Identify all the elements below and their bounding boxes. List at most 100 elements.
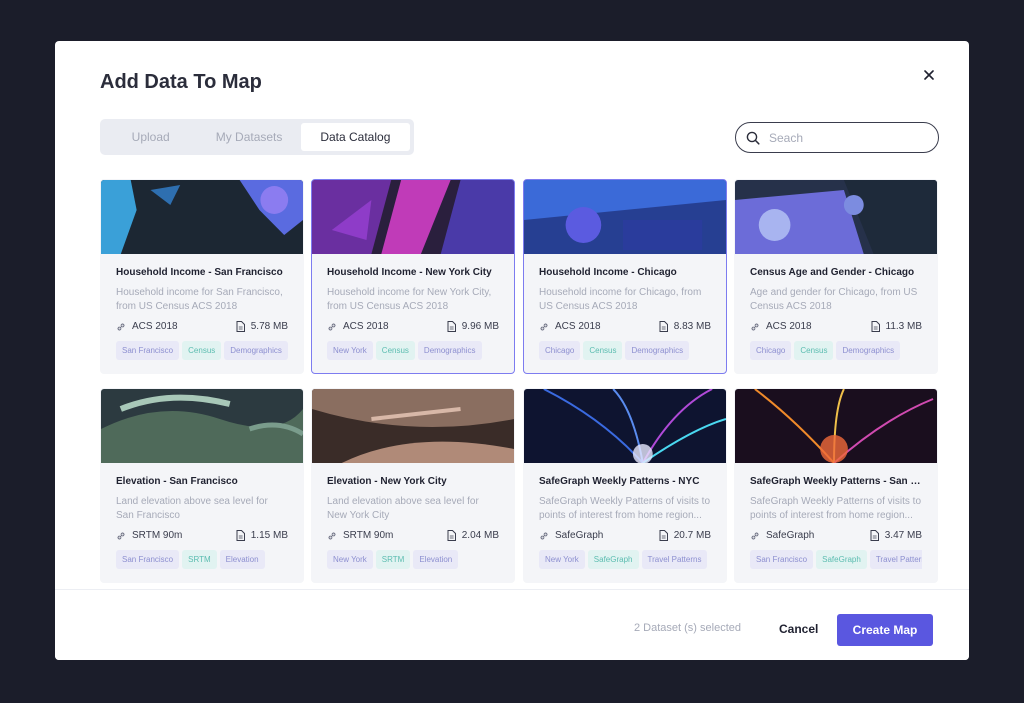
file-icon [236, 530, 245, 541]
dataset-grid: Household Income - San Francisco Househo… [100, 179, 939, 589]
dataset-card[interactable]: SafeGraph Weekly Patterns - San Fra... S… [734, 388, 938, 583]
dataset-tag: SafeGraph [816, 550, 867, 569]
dataset-tag: Chicago [750, 341, 792, 360]
link-icon [117, 532, 125, 539]
selected-count: 2 Dataset (s) selected [634, 622, 741, 634]
dataset-size: 11.3 MB [885, 321, 923, 332]
dataset-tag: Demographics [417, 341, 482, 360]
dataset-description: Land elevation above sea level for New Y… [327, 496, 479, 521]
dataset-title: SafeGraph Weekly Patterns - San Fra... [750, 476, 922, 487]
modal-title: Add Data To Map [100, 71, 262, 93]
link-icon [540, 532, 548, 539]
dataset-source: SRTM 90m [132, 530, 183, 541]
tab-my-datasets[interactable]: My Datasets [197, 123, 300, 151]
dataset-title: Census Age and Gender - Chicago [750, 267, 915, 278]
dataset-source: ACS 2018 [132, 321, 178, 332]
dataset-title: Household Income - New York City [327, 267, 492, 278]
close-icon [924, 70, 934, 80]
file-icon [447, 321, 456, 332]
dataset-size: 20.7 MB [673, 530, 711, 541]
dataset-source: ACS 2018 [555, 321, 601, 332]
link-icon [328, 323, 336, 330]
close-button[interactable] [919, 65, 939, 85]
dataset-tag: New York [327, 341, 373, 360]
dataset-tag: Demographics [625, 341, 690, 360]
search-input[interactable] [769, 130, 919, 145]
dataset-description: Land elevation above sea level for San F… [116, 496, 268, 521]
dataset-card[interactable]: Elevation - New York City Land elevation… [311, 388, 515, 583]
dataset-thumbnail [101, 389, 303, 463]
dataset-thumbnail [312, 180, 514, 254]
modal-footer: 2 Dataset (s) selected Cancel Create Map [55, 589, 969, 660]
dataset-thumbnail [735, 389, 937, 463]
dataset-tag: Elevation [219, 550, 265, 569]
create-map-button[interactable]: Create Map [837, 614, 933, 646]
dataset-description: SafeGraph Weekly Patterns of visits to p… [539, 496, 711, 521]
link-icon [328, 532, 336, 539]
dataset-card[interactable]: Household Income - New York City Househo… [311, 179, 515, 374]
dataset-description: Household income for Chicago, from US Ce… [539, 287, 702, 312]
dataset-thumbnail [101, 180, 303, 254]
dataset-title: Elevation - New York City [327, 476, 447, 487]
search-icon [746, 131, 760, 145]
dataset-tag: Travel Patterns [869, 550, 922, 569]
dataset-title: Household Income - Chicago [539, 267, 677, 278]
dataset-card[interactable]: Household Income - San Francisco Househo… [100, 179, 304, 374]
dataset-source: SafeGraph [555, 530, 604, 541]
link-icon [751, 532, 759, 539]
dataset-tag: Chicago [539, 341, 581, 360]
dataset-size: 5.78 MB [250, 321, 288, 332]
file-icon [659, 530, 668, 541]
dataset-tag: Census [375, 341, 415, 360]
dataset-tag: Elevation [413, 550, 459, 569]
file-icon [659, 321, 668, 332]
dataset-card[interactable]: Household Income - Chicago Household inc… [523, 179, 727, 374]
dataset-source: SafeGraph [766, 530, 815, 541]
dataset-card[interactable]: SafeGraph Weekly Patterns - NYC SafeGrap… [523, 388, 727, 583]
dataset-tag: Census [794, 341, 834, 360]
dataset-tag: Census [583, 341, 623, 360]
dataset-size: 1.15 MB [250, 530, 288, 541]
dataset-title: SafeGraph Weekly Patterns - NYC [539, 476, 700, 487]
dataset-card[interactable]: Elevation - San Francisco Land elevation… [100, 388, 304, 583]
dataset-tags: New York Census Demographics [327, 341, 499, 360]
dataset-tag: SRTM [375, 550, 411, 569]
search-box [735, 122, 939, 153]
cancel-button[interactable]: Cancel [771, 615, 826, 643]
dataset-tag: SRTM [182, 550, 217, 569]
tab-upload[interactable]: Upload [104, 123, 197, 151]
dataset-tag: New York [327, 550, 373, 569]
dataset-tag: Demographics [224, 341, 288, 360]
dataset-tags: San FranciscoSafeGraphTravel Patterns [750, 550, 922, 569]
dataset-tags: San Francisco SRTM Elevation [116, 550, 288, 569]
dataset-description: Age and gender for Chicago, from US Cens… [750, 287, 918, 312]
dataset-thumbnail [524, 180, 726, 254]
link-icon [117, 323, 125, 330]
source-tabs: Upload My Datasets Data Catalog [100, 119, 414, 155]
dataset-tag: Census [182, 341, 222, 360]
dataset-thumbnail [312, 389, 514, 463]
dataset-tag: SafeGraph [587, 550, 639, 569]
dataset-tags: New York SRTM Elevation [327, 550, 499, 569]
dataset-size: 3.47 MB [884, 530, 922, 541]
file-icon [871, 321, 880, 332]
dataset-description: SafeGraph Weekly Patterns of visits to p… [750, 496, 922, 521]
dataset-tag: San Francisco [750, 550, 814, 569]
file-icon [870, 530, 879, 541]
dataset-tag: Demographics [836, 341, 901, 360]
dataset-thumbnail [524, 389, 726, 463]
dataset-tags: Chicago Census Demographics [750, 341, 922, 360]
dataset-description: Household income for San Francisco, from… [116, 287, 283, 312]
add-data-modal: Add Data To Map Upload My Datasets Data … [55, 41, 969, 660]
dataset-card[interactable]: Census Age and Gender - Chicago Age and … [734, 179, 938, 374]
dataset-tags: New York SafeGraph Travel Patterns [539, 550, 711, 569]
dataset-source: ACS 2018 [766, 321, 812, 332]
dataset-size: 8.83 MB [673, 321, 711, 332]
dataset-thumbnail [735, 180, 937, 254]
link-icon [751, 323, 759, 330]
dataset-title: Elevation - San Francisco [116, 476, 238, 487]
tab-data-catalog[interactable]: Data Catalog [300, 123, 410, 151]
dataset-source: SRTM 90m [343, 530, 394, 541]
dataset-tag: New York [539, 550, 585, 569]
dataset-tag: San Francisco [116, 341, 180, 360]
